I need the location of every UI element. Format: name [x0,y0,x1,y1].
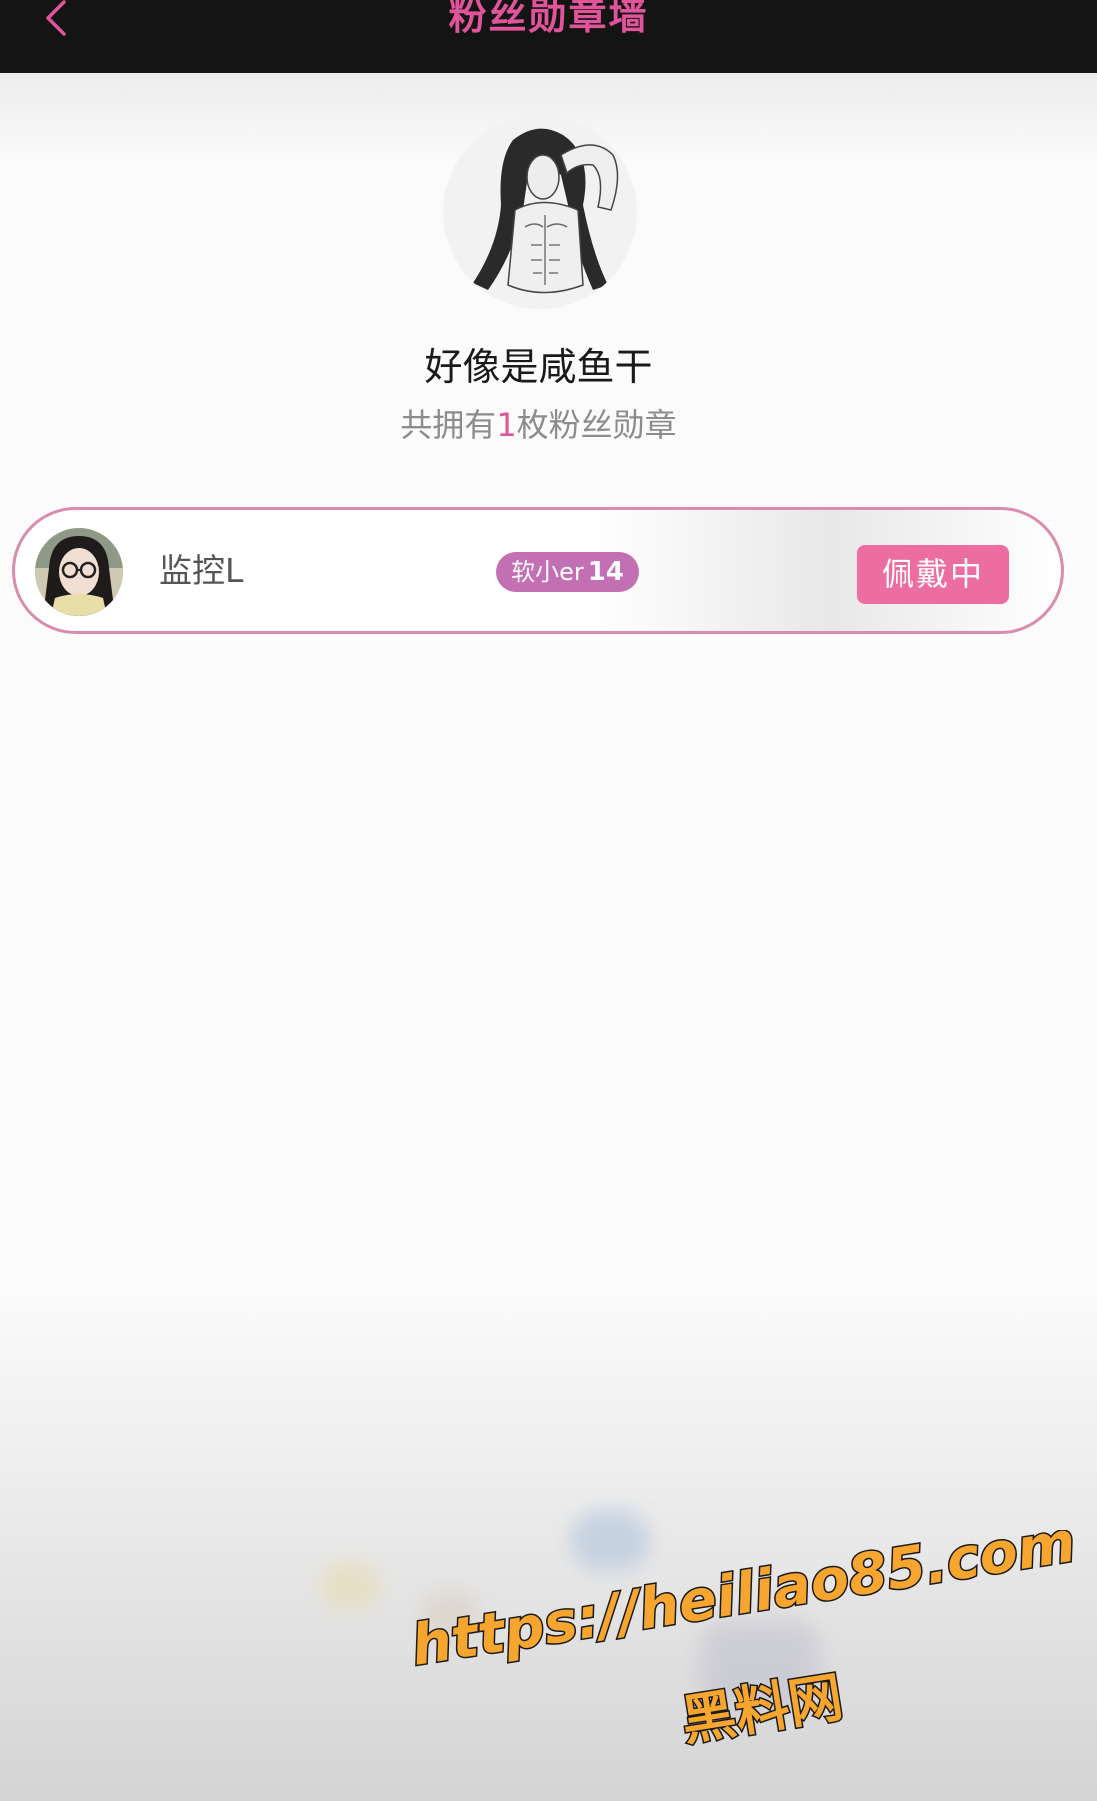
wearing-status-button[interactable]: 佩戴中 [857,545,1009,604]
user-avatar[interactable] [443,115,637,309]
summary-suffix: 枚粉丝勋章 [516,406,677,444]
medal-card[interactable]: 监控L 软小er 14 佩戴中 [12,507,1064,634]
user-nickname: 好像是咸鱼干 [424,345,653,389]
medal-level: 14 [587,557,624,587]
anchor-avatar-photo [35,528,123,616]
user-avatar-illustration [443,115,637,309]
anchor-avatar[interactable] [35,528,123,616]
summary-prefix: 共拥有 [400,406,497,444]
anchor-name: 监控L [159,551,244,590]
watermark-text: 黑料网 [677,1665,847,1750]
page-title: 粉丝勋章墙 [448,0,649,38]
medal-count: 1 [496,406,517,444]
medal-summary: 共拥有1枚粉丝勋章 [0,403,1077,447]
site-watermark: https://heiliao85.com 黑料网 [405,1508,1085,1754]
background-blur-shape [320,1560,380,1610]
watermark-url: https://heiliao85.com [407,1530,1080,1679]
medal-name: 软小er [511,558,584,586]
header-bar: 粉丝勋章墙 [0,0,1097,73]
fan-medal-badge: 软小er 14 [496,552,639,592]
